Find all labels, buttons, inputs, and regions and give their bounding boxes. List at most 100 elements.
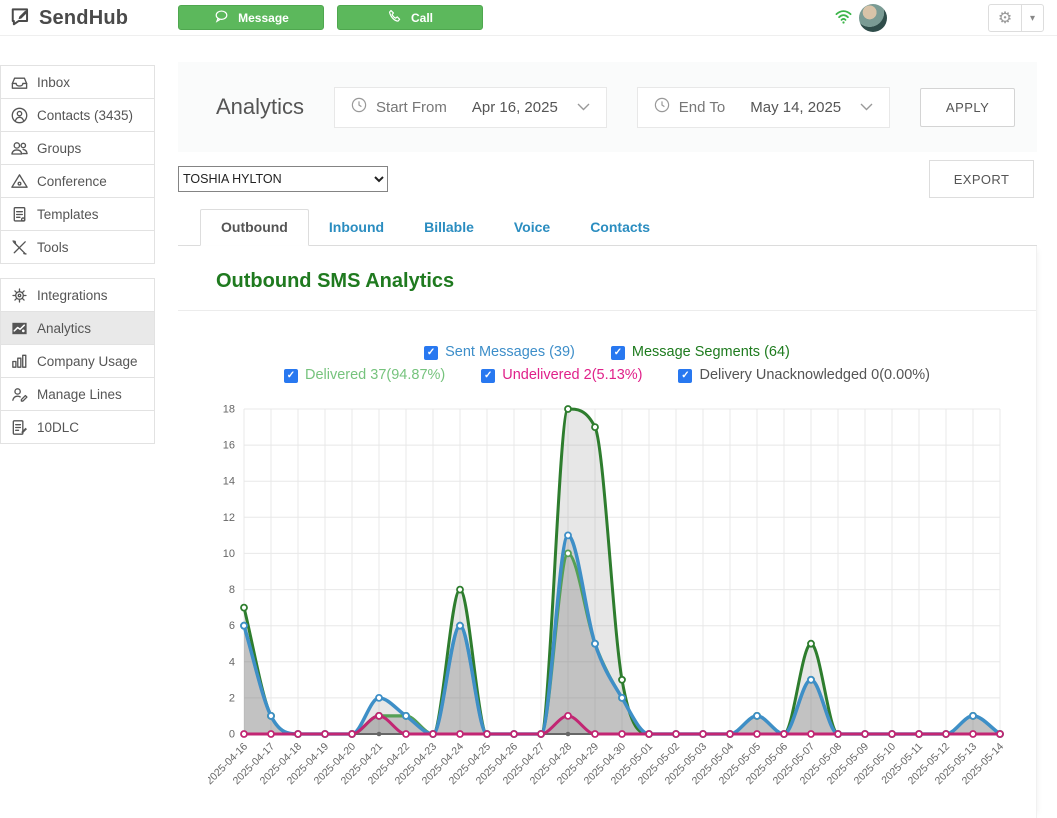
legend-item-delivered-37[interactable]: ✓ Delivered 37(94.87%) xyxy=(284,364,445,387)
svg-text:8: 8 xyxy=(229,584,235,596)
tendlc-icon xyxy=(9,417,29,437)
conference-icon xyxy=(9,171,29,191)
legend-item-undelivered-2[interactable]: ✓ Undelivered 2(5.13%) xyxy=(481,364,642,387)
sidebar-item-label: Inbox xyxy=(37,75,70,90)
wifi-status-icon xyxy=(834,8,853,30)
brand-name: SendHub xyxy=(39,7,128,30)
sidebar-item-tools[interactable]: Tools xyxy=(0,230,155,264)
legend-item-sent-messages[interactable]: ✓ Sent Messages (39) xyxy=(424,341,575,364)
sidebar: Inbox Contacts (3435) Groups Conference Temp… xyxy=(0,66,155,459)
svg-text:4: 4 xyxy=(229,656,235,668)
integrations-icon xyxy=(9,285,29,305)
contacts-icon xyxy=(9,105,29,125)
sidebar-item-label: 10DLC xyxy=(37,420,79,435)
settings-button-group: ⚙ ▾ xyxy=(988,4,1044,32)
gear-icon[interactable]: ⚙ xyxy=(989,5,1021,31)
legend-label: Sent Messages (39) xyxy=(445,341,575,364)
phone-icon xyxy=(387,8,403,27)
end-date-label: End To xyxy=(679,99,725,116)
sidebar-item-analytics[interactable]: Analytics xyxy=(0,311,155,345)
analytics-icon xyxy=(9,318,29,338)
tab-contacts[interactable]: Contacts xyxy=(570,210,670,245)
page-title: Analytics xyxy=(216,94,304,120)
tab-outbound[interactable]: Outbound xyxy=(200,209,309,246)
sidebar-item-templates[interactable]: Templates xyxy=(0,197,155,231)
settings-caret-down-icon[interactable]: ▾ xyxy=(1021,5,1043,31)
sidebar-item-inbox[interactable]: Inbox xyxy=(0,65,155,99)
sidebar-item-label: Tools xyxy=(37,240,69,255)
checkbox-checked-icon[interactable]: ✓ xyxy=(481,369,495,383)
checkbox-checked-icon[interactable]: ✓ xyxy=(284,369,298,383)
tab-inbound[interactable]: Inbound xyxy=(309,210,404,245)
start-date-picker[interactable]: Start From Apr 16, 2025 xyxy=(334,87,607,128)
sidebar-group: Inbox Contacts (3435) Groups Conference Temp… xyxy=(0,65,155,264)
checkbox-checked-icon[interactable]: ✓ xyxy=(611,346,625,360)
legend-label: Undelivered 2(5.13%) xyxy=(502,364,642,387)
analytics-chart: 0246810121416182025-04-162025-04-172025-… xyxy=(208,397,1028,797)
sidebar-item-company-usage[interactable]: Company Usage xyxy=(0,344,155,378)
sendhub-logo-icon xyxy=(10,5,32,32)
legend-label: Delivered 37(94.87%) xyxy=(305,364,445,387)
sidebar-item-conference[interactable]: Conference xyxy=(0,164,155,198)
sidebar-item-10dlc[interactable]: 10DLC xyxy=(0,410,155,444)
chevron-down-icon xyxy=(860,98,873,116)
manage-lines-icon xyxy=(9,384,29,404)
sidebar-item-label: Integrations xyxy=(37,288,108,303)
inbox-icon xyxy=(9,72,29,92)
svg-text:14: 14 xyxy=(223,476,235,488)
avatar[interactable] xyxy=(859,4,887,32)
start-date-label: Start From xyxy=(376,99,447,116)
topbar: SendHub Message Call ⚙ ▾ xyxy=(0,0,1057,36)
chart-legend: ✓ Sent Messages (39) ✓ Message Segments (64… xyxy=(178,341,1036,387)
company-usage-icon xyxy=(9,351,29,371)
legend-label: Delivery Unacknowledged 0(0.00%) xyxy=(699,364,930,387)
chart-wrap: 0246810121416182025-04-162025-04-172025-… xyxy=(208,397,1036,802)
chevron-down-icon xyxy=(577,98,590,116)
outbound-panel: Outbound SMS Analytics ✓ Sent Messages (3… xyxy=(178,246,1037,818)
checkbox-checked-icon[interactable]: ✓ xyxy=(424,346,438,360)
line-select[interactable]: TOSHIA HYLTON xyxy=(178,166,388,192)
legend-item-delivery-unacknowledged-0[interactable]: ✓ Delivery Unacknowledged 0(0.00%) xyxy=(678,364,930,387)
end-date-value: May 14, 2025 xyxy=(750,99,841,116)
start-date-value: Apr 16, 2025 xyxy=(472,99,558,116)
brand[interactable]: SendHub xyxy=(10,5,128,32)
tools-icon xyxy=(9,237,29,257)
svg-text:2: 2 xyxy=(229,692,235,704)
clock-icon xyxy=(654,97,670,118)
legend-item-message-segments[interactable]: ✓ Message Segments (64) xyxy=(611,341,790,364)
section-title: Outbound SMS Analytics xyxy=(178,246,1036,311)
sidebar-item-label: Manage Lines xyxy=(37,387,122,402)
sidebar-item-label: Analytics xyxy=(37,321,91,336)
sidebar-item-groups[interactable]: Groups xyxy=(0,131,155,165)
svg-text:0: 0 xyxy=(229,729,235,741)
end-date-picker[interactable]: End To May 14, 2025 xyxy=(637,87,890,128)
tab-voice[interactable]: Voice xyxy=(494,210,570,245)
legend-row: ✓ Sent Messages (39) ✓ Message Segments (64… xyxy=(178,341,1036,364)
svg-text:12: 12 xyxy=(223,512,235,524)
message-bubble-icon xyxy=(213,8,230,27)
svg-text:16: 16 xyxy=(223,440,235,452)
sidebar-item-integrations[interactable]: Integrations xyxy=(0,278,155,312)
analytics-header: Analytics Start From Apr 16, 2025 End To… xyxy=(178,62,1037,152)
sidebar-item-contacts-3435[interactable]: Contacts (3435) xyxy=(0,98,155,132)
sidebar-item-label: Conference xyxy=(37,174,107,189)
checkbox-checked-icon[interactable]: ✓ xyxy=(678,369,692,383)
templates-icon xyxy=(9,204,29,224)
legend-label: Message Segments (64) xyxy=(632,341,790,364)
sidebar-item-label: Company Usage xyxy=(37,354,138,369)
apply-button[interactable]: APPLY xyxy=(920,88,1015,127)
export-button[interactable]: EXPORT xyxy=(929,160,1034,198)
svg-text:18: 18 xyxy=(223,404,235,416)
sidebar-item-manage-lines[interactable]: Manage Lines xyxy=(0,377,155,411)
svg-text:10: 10 xyxy=(223,548,235,560)
legend-row: ✓ Delivered 37(94.87%) ✓ Undelivered 2(5.13… xyxy=(178,364,1036,387)
message-button[interactable]: Message xyxy=(178,5,324,30)
groups-icon xyxy=(9,138,29,158)
call-button[interactable]: Call xyxy=(337,5,483,30)
tab-billable[interactable]: Billable xyxy=(404,210,494,245)
clock-icon xyxy=(351,97,367,118)
sidebar-group: Integrations Analytics Company Usage Manage… xyxy=(0,278,155,444)
sidebar-item-label: Templates xyxy=(37,207,99,222)
tab-bar: OutboundInboundBillableVoiceContacts xyxy=(178,209,1037,246)
sidebar-item-label: Groups xyxy=(37,141,81,156)
